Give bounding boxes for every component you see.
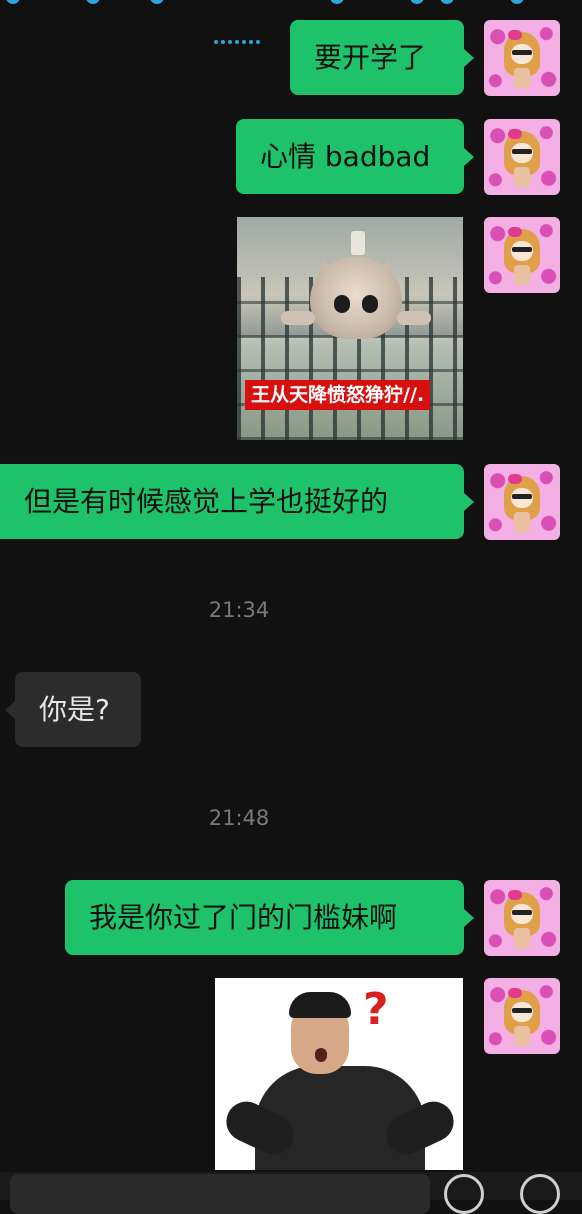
timestamp: 21:48	[208, 806, 270, 830]
message-bubble-mine[interactable]: 我是你过了门的门槛妹啊	[65, 880, 474, 955]
avatar[interactable]	[484, 464, 560, 540]
avatar[interactable]	[484, 119, 560, 195]
message-bubble-mine[interactable]: 要开学了	[290, 20, 474, 95]
message-text: 我是你过了门的门槛妹啊	[89, 900, 398, 934]
status-remnant	[0, 0, 582, 6]
input-bar	[0, 1172, 582, 1214]
question-mark-icon: ?	[363, 984, 389, 1035]
message-bubble-mine[interactable]: 但是有时候感觉上学也挺好的	[0, 464, 474, 539]
surprised-man-sticker[interactable]: ?	[215, 978, 463, 1170]
avatar[interactable]	[484, 217, 560, 293]
avatar[interactable]	[484, 880, 560, 956]
chat-view: 要开学了 心情 badbad 王从天降愤怒狰狞//. 但是有时候感觉上学也挺好的…	[0, 0, 582, 1214]
message-text: 要开学了	[314, 40, 427, 74]
typing-dots-icon	[214, 40, 264, 48]
avatar[interactable]	[484, 20, 560, 96]
timestamp: 21:34	[208, 598, 270, 622]
message-text: 你是?	[39, 692, 110, 726]
message-bubble-theirs[interactable]: 你是?	[5, 672, 141, 747]
avatar[interactable]	[484, 978, 560, 1054]
message-text: 心情 badbad	[260, 139, 431, 173]
emoji-icon[interactable]	[444, 1174, 484, 1214]
message-input[interactable]	[10, 1174, 430, 1214]
message-text: 但是有时候感觉上学也挺好的	[24, 484, 389, 518]
add-icon[interactable]	[520, 1174, 560, 1214]
message-bubble-mine[interactable]: 心情 badbad	[236, 119, 474, 194]
sticker-caption: 王从天降愤怒狰狞//.	[245, 380, 431, 410]
cat-sticker[interactable]: 王从天降愤怒狰狞//.	[237, 217, 463, 440]
